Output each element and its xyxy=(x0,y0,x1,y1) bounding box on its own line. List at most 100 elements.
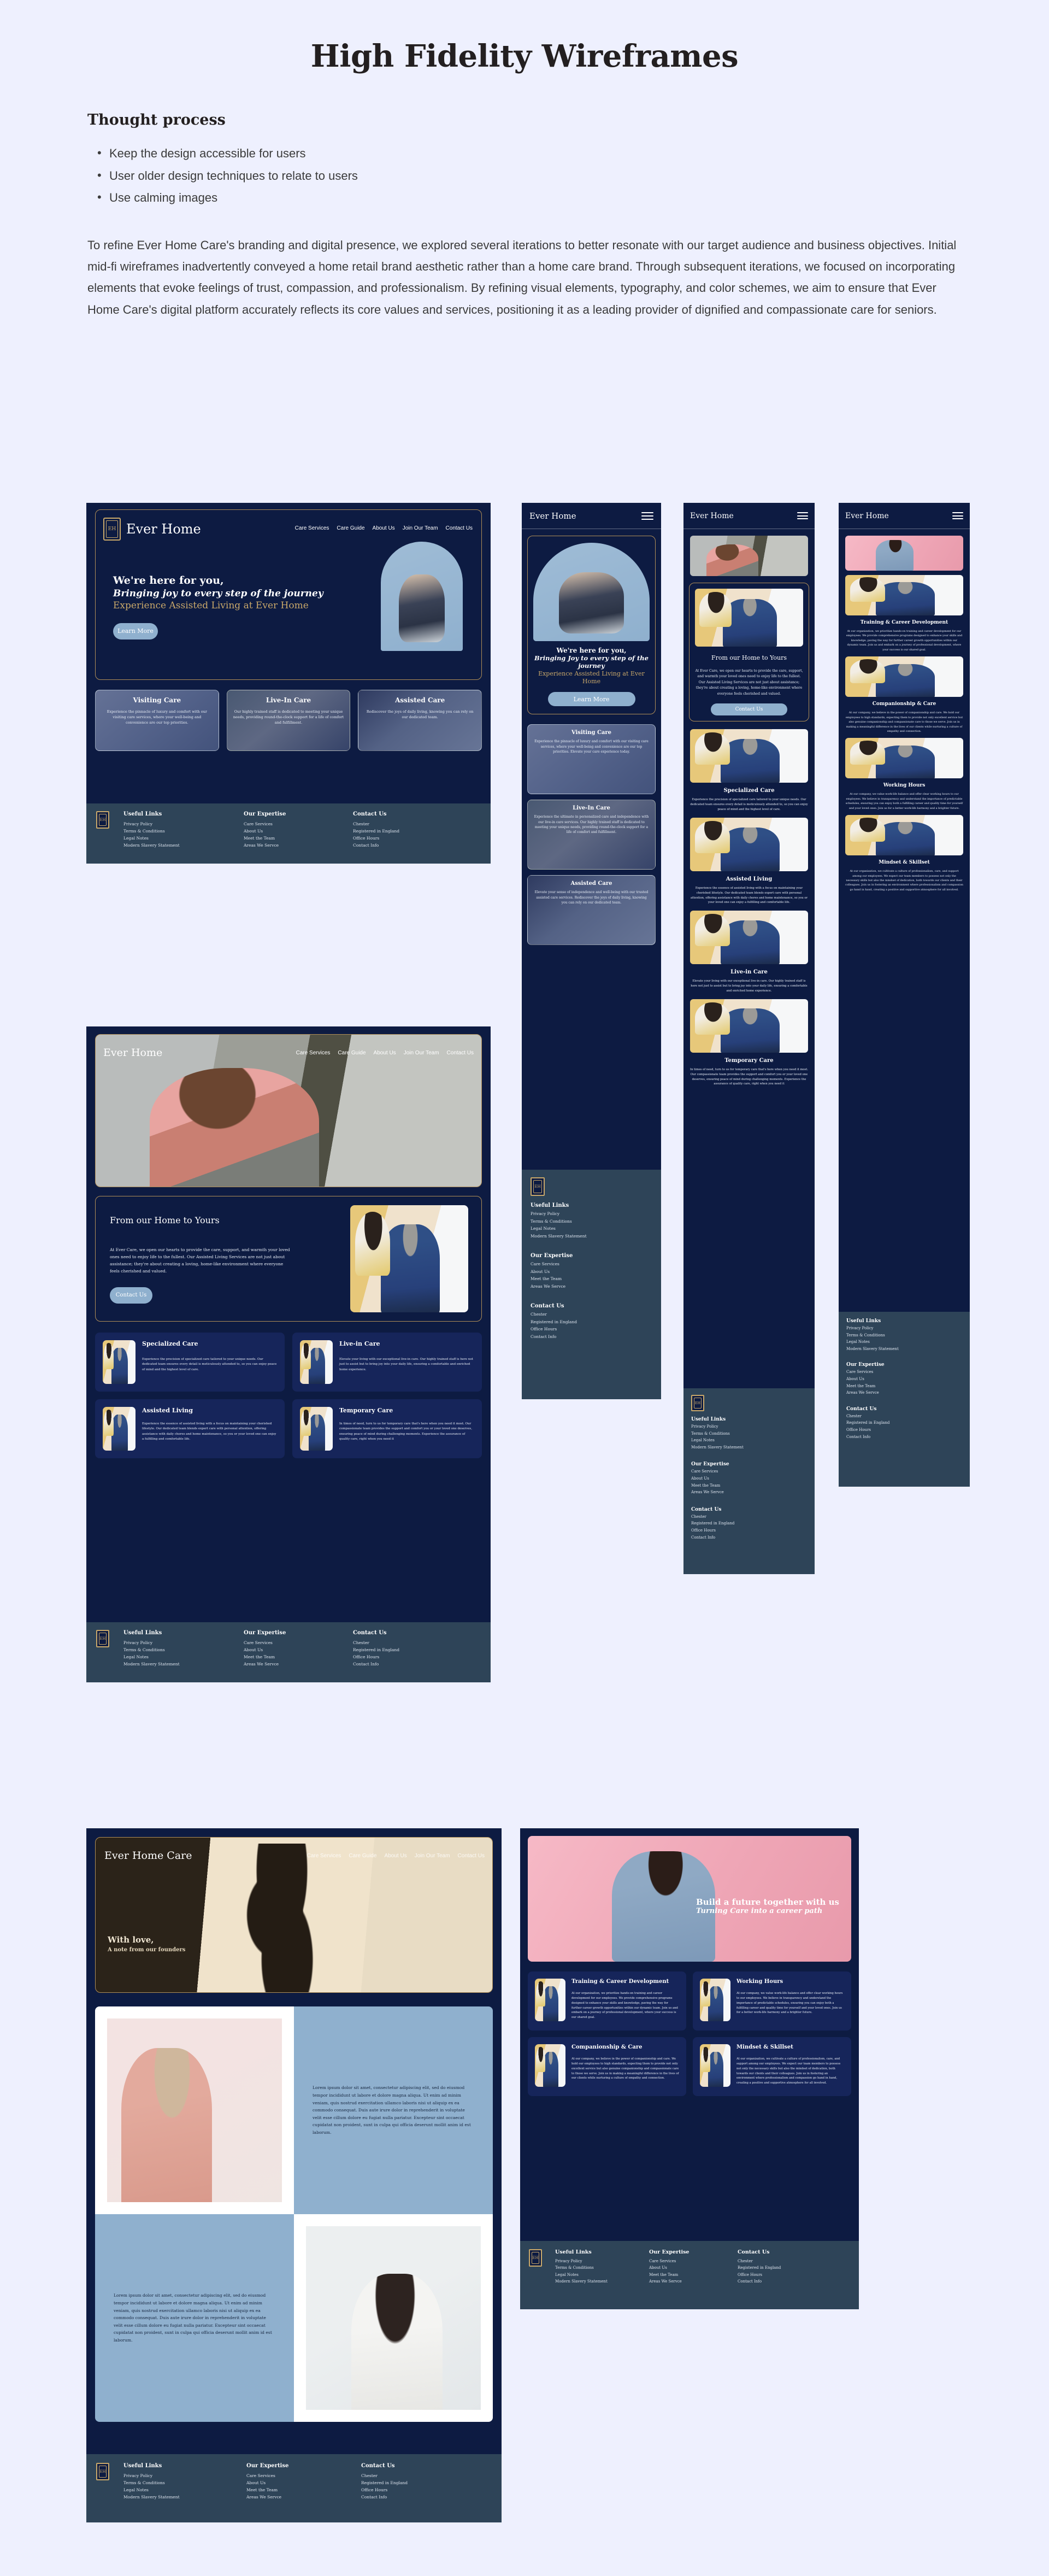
nav-item-contact-us[interactable]: Contact Us xyxy=(447,1050,474,1056)
footer-link[interactable]: Privacy Policy xyxy=(555,2258,637,2264)
footer-link[interactable]: Registered in England xyxy=(361,2479,454,2486)
footer-link[interactable]: Office Hours xyxy=(353,835,440,842)
nav-item-join-our-team[interactable]: Join Our Team xyxy=(415,1853,450,1859)
footer-link[interactable]: Chester xyxy=(353,1639,440,1646)
footer-link[interactable]: Office Hours xyxy=(353,1653,440,1660)
footer-link[interactable]: About Us xyxy=(649,2264,726,2271)
footer-link[interactable]: Meet the Team xyxy=(246,2486,339,2493)
footer-link[interactable]: Chester xyxy=(531,1311,652,1318)
footer-link[interactable]: Terms & Conditions xyxy=(555,2264,637,2271)
primary-nav[interactable]: Care Services Care Guide About Us Join O… xyxy=(295,525,473,531)
footer-link[interactable]: Privacy Policy xyxy=(123,2472,225,2479)
nav-item-care-services[interactable]: Care Services xyxy=(296,1050,331,1056)
footer-link[interactable]: About Us xyxy=(691,1475,807,1482)
footer-link[interactable]: About Us xyxy=(846,1376,962,1383)
footer-link[interactable]: Privacy Policy xyxy=(123,1639,222,1646)
footer-link[interactable]: Privacy Policy xyxy=(846,1325,962,1332)
footer-link[interactable]: Legal Notes xyxy=(123,1653,222,1660)
footer-link[interactable]: Areas We Servce xyxy=(531,1283,652,1290)
careers-card-companionship-care[interactable]: Companionship & Care At our company, we … xyxy=(845,656,963,734)
careers-card-mindset-skillset[interactable]: Mindset & Skillset At our organization, … xyxy=(845,815,963,892)
service-card-live-in-care[interactable]: Live-In Care Experience the ultimate in … xyxy=(527,800,656,870)
footer-link[interactable]: Legal Notes xyxy=(123,2486,225,2493)
careers-card-mindset-skillset[interactable]: Mindset & Skillset At our organization, … xyxy=(693,2037,851,2096)
careers-card-working-hours[interactable]: Working Hours At our company, we value w… xyxy=(845,738,963,811)
nav-item-about-us[interactable]: About Us xyxy=(373,525,395,531)
careers-card-companionship-care[interactable]: Companionship & Care At our company, we … xyxy=(528,2037,686,2096)
footer-link[interactable]: Areas We Servce xyxy=(244,1660,331,1668)
footer-link[interactable]: Modern Slavery Statement xyxy=(123,1660,222,1668)
footer-link[interactable]: Meet the Team xyxy=(244,1653,331,1660)
nav-item-contact-us[interactable]: Contact Us xyxy=(446,525,473,531)
footer-link[interactable]: Office Hours xyxy=(691,1527,807,1534)
care-card-live-in-care[interactable]: Live-in Care Elevate your living with ou… xyxy=(292,1333,482,1392)
footer-link[interactable]: Contact Info xyxy=(353,842,440,849)
footer-link[interactable]: Contact Info xyxy=(361,2493,454,2501)
footer-link[interactable]: Registered in England xyxy=(846,1419,962,1427)
footer-link[interactable]: Contact Info xyxy=(691,1534,807,1541)
footer-link[interactable]: Office Hours xyxy=(738,2272,820,2278)
footer-link[interactable]: Modern Slavery Statement xyxy=(555,2278,637,2285)
care-card-assisted-living[interactable]: Assisted Living Experience the essence o… xyxy=(95,1399,285,1458)
footer-link[interactable]: Office Hours xyxy=(846,1427,962,1434)
footer-link[interactable]: Modern Slavery Statement xyxy=(123,842,222,849)
careers-card-training-career-development[interactable]: Training & Career Development At our org… xyxy=(845,575,963,652)
footer-link[interactable]: Care Services xyxy=(691,1468,807,1475)
care-card-live-in-care[interactable]: Live-in Care Elevate your living with ou… xyxy=(690,911,808,994)
nav-item-care-guide[interactable]: Care Guide xyxy=(337,525,364,531)
footer-link[interactable]: Chester xyxy=(846,1413,962,1420)
footer-link[interactable]: Terms & Conditions xyxy=(123,828,222,835)
footer-link[interactable]: Terms & Conditions xyxy=(846,1332,962,1339)
service-card-visiting-care[interactable]: Visiting Care Experience the pinnacle of… xyxy=(95,690,219,751)
footer-link[interactable]: Areas We Servce xyxy=(649,2278,726,2285)
footer-link[interactable]: Legal Notes xyxy=(691,1437,807,1444)
learn-more-button[interactable]: Learn More xyxy=(547,692,635,707)
nav-item-care-guide[interactable]: Care Guide xyxy=(349,1853,376,1859)
footer-link[interactable]: Modern Slavery Statement xyxy=(531,1233,652,1240)
nav-item-contact-us[interactable]: Contact Us xyxy=(458,1853,485,1859)
footer-link[interactable]: Registered in England xyxy=(691,1520,807,1527)
footer-link[interactable]: Meet the Team xyxy=(691,1482,807,1489)
footer-link[interactable]: Contact Info xyxy=(846,1434,962,1441)
footer-link[interactable]: Terms & Conditions xyxy=(123,2479,225,2486)
footer-link[interactable]: Legal Notes xyxy=(531,1225,652,1233)
footer-link[interactable]: Areas We Servce xyxy=(246,2493,339,2501)
footer-link[interactable]: Terms & Conditions xyxy=(531,1218,652,1225)
primary-nav[interactable]: Care Services Care Guide About Us Join O… xyxy=(307,1853,485,1859)
footer-link[interactable]: Legal Notes xyxy=(123,835,222,842)
nav-item-join-our-team[interactable]: Join Our Team xyxy=(403,525,438,531)
footer-link[interactable]: Care Services xyxy=(649,2258,726,2264)
care-card-temporary-care[interactable]: Temporary Care In times of need, turn to… xyxy=(690,999,808,1087)
footer-link[interactable]: Registered in England xyxy=(531,1318,652,1326)
footer-link[interactable]: Contact Info xyxy=(738,2278,820,2285)
contact-us-button[interactable]: Contact Us xyxy=(110,1287,152,1304)
footer-link[interactable]: Chester xyxy=(691,1513,807,1521)
footer-link[interactable]: Chester xyxy=(353,820,440,828)
footer-link[interactable]: Privacy Policy xyxy=(691,1423,807,1430)
footer-link[interactable]: Care Services xyxy=(244,820,331,828)
footer-link[interactable]: Contact Info xyxy=(353,1660,440,1668)
footer-link[interactable]: Privacy Policy xyxy=(123,820,222,828)
care-card-temporary-care[interactable]: Temporary Care In times of need, turn to… xyxy=(292,1399,482,1458)
footer-link[interactable]: Registered in England xyxy=(353,828,440,835)
footer-link[interactable]: Modern Slavery Statement xyxy=(846,1346,962,1353)
service-card-assisted-care[interactable]: Assisted Care Elevate your sense of inde… xyxy=(527,875,656,946)
footer-link[interactable]: Care Services xyxy=(244,1639,331,1646)
footer-link[interactable]: Modern Slavery Statement xyxy=(691,1444,807,1451)
hamburger-menu-icon[interactable] xyxy=(797,512,808,519)
contact-us-button[interactable]: Contact Us xyxy=(711,703,787,716)
footer-link[interactable]: Chester xyxy=(361,2472,454,2479)
footer-link[interactable]: Care Services xyxy=(246,2472,339,2479)
footer-link[interactable]: Office Hours xyxy=(531,1325,652,1333)
footer-link[interactable]: Registered in England xyxy=(353,1646,440,1653)
nav-item-care-guide[interactable]: Care Guide xyxy=(338,1050,366,1056)
service-card-live-in-care[interactable]: Live-In Care Our highly trained staff is… xyxy=(226,690,351,751)
footer-link[interactable]: Legal Notes xyxy=(555,2272,637,2278)
footer-link[interactable]: Registered in England xyxy=(738,2264,820,2271)
footer-link[interactable]: Chester xyxy=(738,2258,820,2264)
logo-lockup[interactable]: EH Ever Home xyxy=(103,518,201,541)
hamburger-menu-icon[interactable] xyxy=(641,512,653,520)
footer-link[interactable]: Meet the Team xyxy=(649,2272,726,2278)
service-card-assisted-care[interactable]: Assisted Care Rediscover the joys of dai… xyxy=(358,690,482,751)
footer-link[interactable]: Legal Notes xyxy=(846,1339,962,1346)
